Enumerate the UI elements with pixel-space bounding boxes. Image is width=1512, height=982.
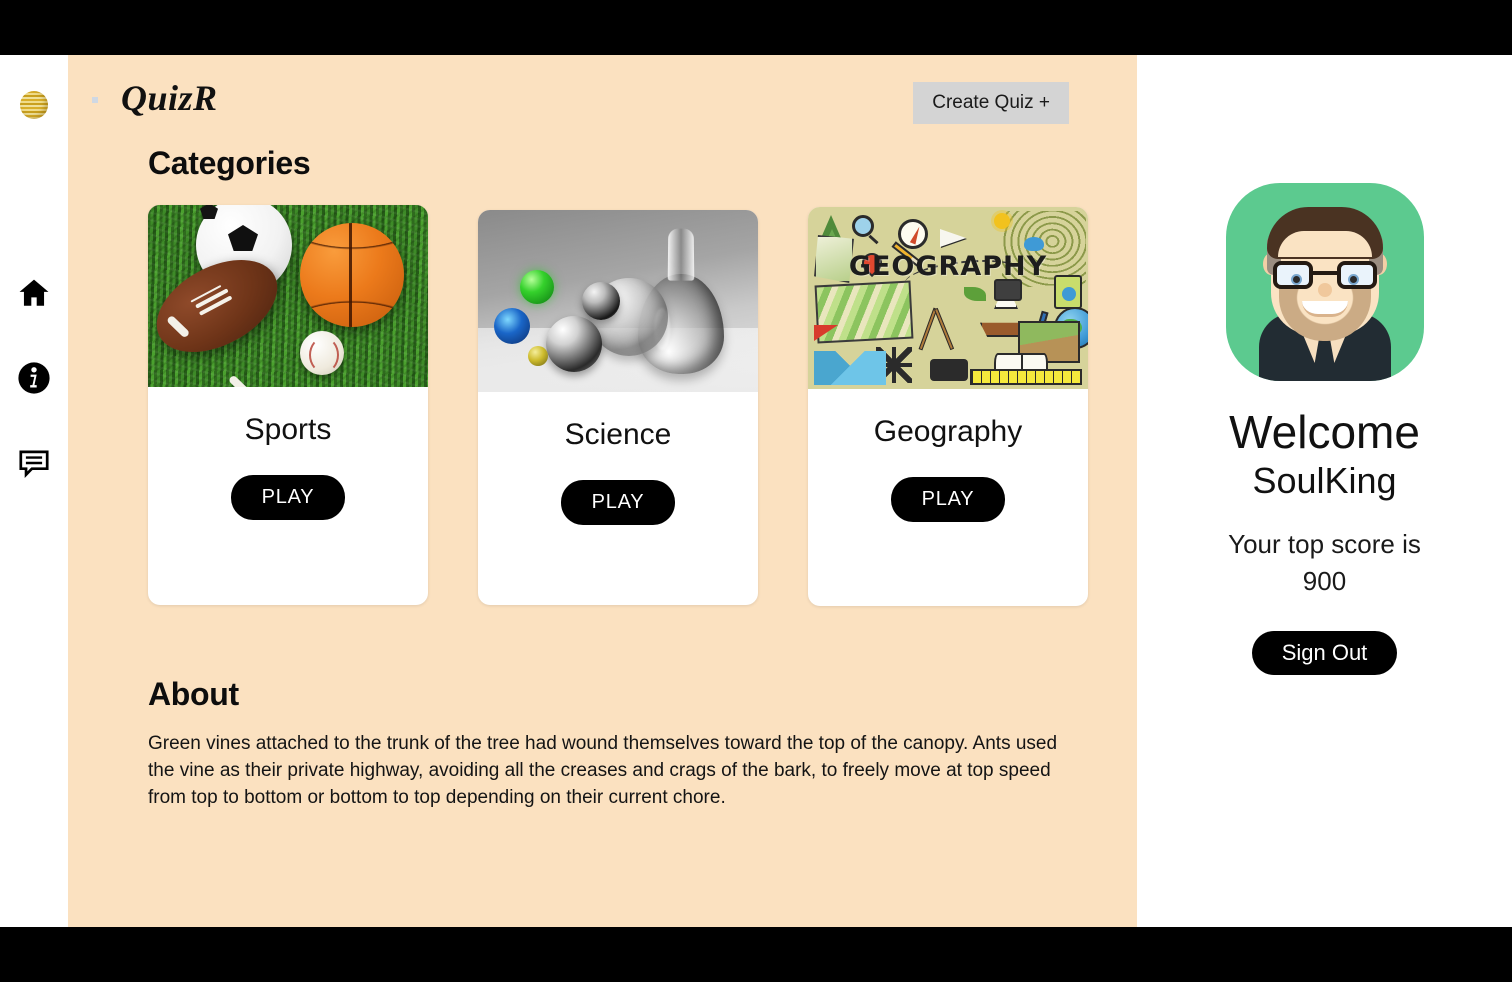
chrome-sphere-icon [546,316,602,372]
header-marker-dot [92,97,98,103]
category-card-sports[interactable]: Sports PLAY [148,205,428,605]
app-logo[interactable] [14,85,54,125]
sidebar-item-home[interactable] [14,275,54,315]
comment-icon [16,445,52,486]
category-title: Geography [873,415,1023,448]
top-score-label: Your top score is [1228,528,1421,559]
ruler-icon [970,369,1082,385]
camera-icon [994,279,1022,301]
sidebar-nav [0,55,68,927]
sidebar-item-info[interactable] [14,360,54,400]
play-button-science[interactable]: PLAY [560,480,676,525]
profile-panel: Welcome SoulKing Your top score is 900 S… [1137,55,1512,927]
divider-compass-icon [918,307,938,351]
app-header: QuizR Create Quiz + [68,55,1137,145]
category-card-list: Sports PLAY Science PLAY GEOGRAPHY Geogr… [148,205,1137,606]
paper-plane-icon [940,229,966,247]
page-surface: QuizR Create Quiz + Categories Sports PL… [0,55,1512,927]
mountain-icon [814,351,886,385]
welcome-label: Welcome [1229,406,1420,458]
info-icon [17,361,51,400]
avatar[interactable] [1225,183,1424,381]
about-heading: About [148,676,239,712]
geo-book-icon [1054,275,1082,309]
folded-map-icon [814,280,914,344]
avatar-hair [1266,207,1383,259]
sports-category-image [148,205,428,387]
bee-hive-sphere-logo-icon [20,91,48,119]
chrome-sphere-small-icon [582,282,620,320]
category-title: Science [564,418,672,451]
category-card-geography[interactable]: GEOGRAPHY Geography PLAY [808,207,1088,606]
butterfly-icon [1024,237,1044,251]
category-card-science[interactable]: Science PLAY [478,210,758,605]
science-category-image [478,210,758,392]
baseball-icon [300,331,344,375]
home-icon [17,276,51,315]
avatar-glasses-icon [1272,261,1377,289]
geography-category-image: GEOGRAPHY [808,207,1088,389]
top-score-value: 900 [1302,566,1347,597]
glasses-lens [1272,261,1313,289]
sun-icon [994,213,1010,229]
categories-heading: Categories [148,145,311,181]
category-title: Sports [244,413,332,446]
compass-icon [898,219,928,249]
about-paragraph: Green vines attached to the trunk of the… [148,733,1058,808]
brand-title: QuizR [121,78,218,118]
avatar-pupil [1290,274,1302,285]
play-button-geography[interactable]: PLAY [890,477,1006,522]
app-window: QuizR Create Quiz + Categories Sports PL… [0,0,1512,982]
glasses-bridge [1312,271,1337,275]
binoculars-icon [930,359,968,381]
divider-compass-icon [933,307,955,351]
basketball-icon [300,223,404,327]
geography-image-word: GEOGRAPHY [848,251,1048,282]
sidebar-item-feedback[interactable] [14,445,54,485]
green-marble-icon [520,270,554,304]
magnifier-icon [852,215,874,237]
sign-out-button[interactable]: Sign Out [1251,631,1398,676]
avatar-pupil [1347,274,1359,285]
glasses-lens [1336,261,1377,289]
main-content: QuizR Create Quiz + Categories Sports PL… [68,55,1137,927]
blue-marble-icon [494,308,530,344]
leaf-icon [964,287,986,301]
create-quiz-button[interactable]: Create Quiz + [913,82,1069,124]
username-label: SoulKing [1252,459,1397,501]
yellow-marble-icon [528,346,548,366]
play-button-sports[interactable]: PLAY [230,475,346,520]
sidebar-icon-list [0,275,68,485]
